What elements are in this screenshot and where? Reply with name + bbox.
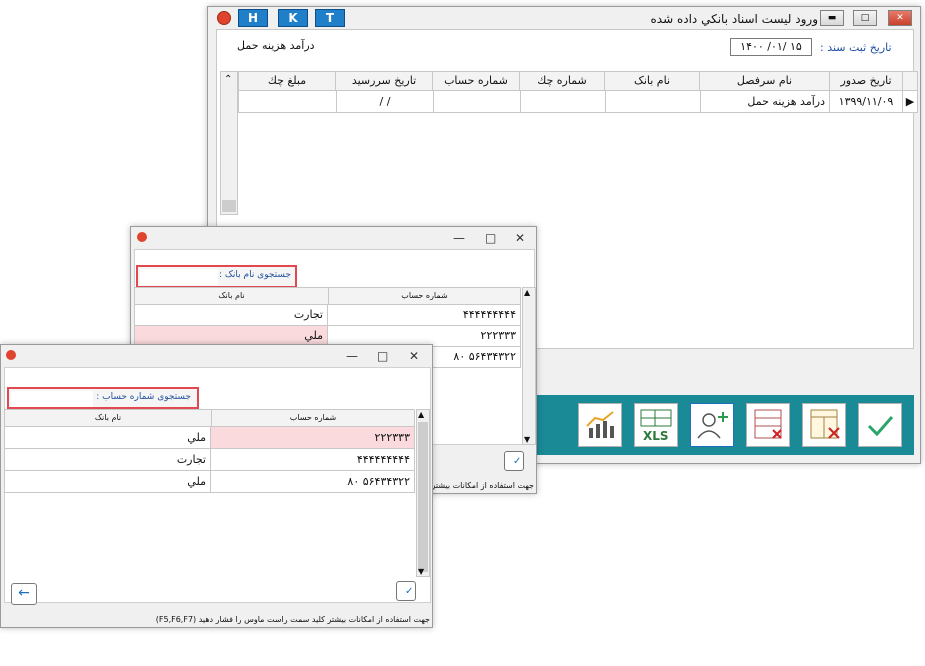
delete-table-icon xyxy=(810,409,840,439)
quick-button-k[interactable]: K xyxy=(278,9,308,27)
confirm-checkbox[interactable]: ✓ xyxy=(504,451,524,471)
table-row[interactable]: تجارت ۴۴۴۴۴۴۴۴۴ xyxy=(4,449,415,471)
grid-row[interactable]: ▶ ۱۳۹۹/۱۱/۰۹ درآمد هزينه حمل / / xyxy=(238,90,918,113)
cell-check-number[interactable] xyxy=(520,91,605,112)
maximize-icon[interactable]: □ xyxy=(485,231,496,245)
check-icon: ✓ xyxy=(513,456,522,467)
date-label: تاريخ ثبت سند : xyxy=(820,41,892,54)
cell-bank[interactable]: تجارت xyxy=(5,449,211,470)
column-header-bank[interactable]: نام بانک xyxy=(5,410,212,426)
delete-table-button[interactable] xyxy=(802,403,846,447)
row-pointer: ▶ xyxy=(902,91,917,112)
minimize-button[interactable]: ▬ xyxy=(820,10,844,26)
arrow-left-icon: ← xyxy=(18,585,30,601)
minimize-icon[interactable]: — xyxy=(453,231,465,245)
add-user-button[interactable] xyxy=(690,403,734,447)
back-button[interactable]: ← xyxy=(11,583,37,605)
minimize-icon[interactable]: — xyxy=(346,349,358,363)
table-row[interactable]: ملي ۸۰ ۵۶۴۳۴۳۲۲ xyxy=(4,471,415,493)
cell-bank[interactable]: ملي xyxy=(5,471,211,492)
svg-text:XLS: XLS xyxy=(643,429,669,443)
cell-issue-date[interactable]: ۱۳۹۹/۱۱/۰۹ xyxy=(829,91,902,112)
cell-account[interactable]: ۴۴۴۴۴۴۴۴۴ xyxy=(328,305,520,325)
cell-ledger[interactable]: درآمد هزينه حمل xyxy=(700,91,829,112)
bank-search-input[interactable] xyxy=(140,269,218,285)
cell-bank[interactable]: تجارت xyxy=(135,305,328,325)
cell-amount[interactable] xyxy=(239,91,336,112)
scroll-down-icon[interactable]: ▼ xyxy=(524,435,530,444)
maximize-icon[interactable]: □ xyxy=(377,349,388,363)
window-title: ورود ليست اسناد بانکي داده شده xyxy=(650,12,819,26)
column-header-account[interactable]: شماره حساب xyxy=(432,72,519,90)
account-search-input[interactable] xyxy=(11,391,93,407)
chart-icon xyxy=(586,411,614,438)
app-logo-icon xyxy=(6,350,16,360)
description-text: درآمد هزينه حمل xyxy=(237,39,315,52)
close-icon[interactable]: ✕ xyxy=(515,231,525,245)
column-header-amount[interactable]: مبلغ چك xyxy=(239,72,335,90)
row-indicator-header xyxy=(902,72,917,90)
scroll-down-icon[interactable]: ▼ xyxy=(418,567,424,576)
cell-account[interactable]: ۲۲۲۳۳۳ xyxy=(211,427,414,448)
account-search-box: جستجوی شماره حساب : xyxy=(7,387,199,409)
delete-row-button[interactable] xyxy=(746,403,790,447)
column-header-due-date[interactable]: تاريخ سررسيد xyxy=(335,72,432,90)
excel-export-button[interactable]: XLS xyxy=(634,403,678,447)
confirm-checkbox[interactable]: ✓ xyxy=(396,581,416,601)
cell-bank[interactable]: ملي xyxy=(135,326,328,346)
column-header-bank[interactable]: نام بانک xyxy=(135,288,329,304)
check-icon: ✓ xyxy=(405,586,414,597)
scroll-up-icon[interactable]: ▲ xyxy=(524,288,530,297)
cell-bank[interactable] xyxy=(605,91,700,112)
help-text: جهت استفاده از امکانات بيشتر کليد سمت را… xyxy=(155,615,430,624)
confirm-button[interactable] xyxy=(858,403,902,447)
grid-scrollbar[interactable]: ⌃ xyxy=(220,71,238,215)
maximize-button[interactable]: □ xyxy=(853,10,877,26)
bank-search-label: جستجوی نام بانک : xyxy=(218,270,291,280)
account-grid-scrollbar[interactable]: ▲ ▼ xyxy=(416,409,430,577)
app-logo-icon xyxy=(137,232,147,242)
column-header-bank[interactable]: نام بانک xyxy=(604,72,699,90)
table-row[interactable]: ملي ۲۲۲۳۳۳ xyxy=(4,427,415,449)
account-grid: نام بانک شماره حساب ملي ۲۲۲۳۳۳ تجارت ۴۴۴… xyxy=(4,409,415,493)
account-search-dialog: — □ ✕ جستجوی شماره حساب : نام بانک شماره… xyxy=(0,344,433,628)
close-icon[interactable]: ✕ xyxy=(409,349,419,363)
help-text: جهت استفاده از امکانات بيشتر xyxy=(431,481,535,490)
cell-due-date[interactable]: / / xyxy=(336,91,433,112)
scroll-thumb[interactable] xyxy=(222,200,236,212)
cell-account[interactable]: ۲۲۲۳۳۳ xyxy=(328,326,520,346)
quick-button-t[interactable]: T xyxy=(315,9,345,27)
account-search-label: جستجوی شماره حساب : xyxy=(96,392,191,402)
column-header-check-number[interactable]: شماره چك xyxy=(519,72,604,90)
column-header-ledger[interactable]: نام سرفصل xyxy=(699,72,829,90)
cell-account[interactable] xyxy=(433,91,520,112)
checkmark-icon xyxy=(867,416,894,437)
cell-bank[interactable]: ملي xyxy=(5,427,211,448)
chart-button[interactable] xyxy=(578,403,622,447)
bank-grid-scrollbar[interactable]: ▲ ▼ xyxy=(522,287,536,445)
app-logo-icon xyxy=(217,11,231,25)
add-user-icon xyxy=(697,412,728,439)
table-row[interactable]: تجارت ۴۴۴۴۴۴۴۴۴ xyxy=(134,305,521,326)
cell-account[interactable]: ۴۴۴۴۴۴۴۴۴ xyxy=(211,449,414,470)
excel-icon: XLS xyxy=(640,409,672,443)
quick-button-h[interactable]: H xyxy=(238,9,268,27)
title-bar: H K T ورود ليست اسناد بانکي داده شده ▬ □… xyxy=(208,7,920,29)
scroll-up-icon[interactable]: ⌃ xyxy=(224,74,232,85)
grid-header-rtl: تاريخ صدور نام سرفصل نام بانک شماره چك ش… xyxy=(238,71,918,91)
scroll-up-icon[interactable]: ▲ xyxy=(418,410,424,419)
column-header-account[interactable]: شماره حساب xyxy=(212,410,414,426)
scroll-thumb[interactable] xyxy=(418,422,428,572)
date-input[interactable]: ۱۴۰۰ /۰۱/ ۱۵ xyxy=(730,38,812,56)
delete-list-icon xyxy=(754,409,782,439)
cell-account[interactable]: ۸۰ ۵۶۴۳۴۳۲۲ xyxy=(211,471,414,492)
column-header-account[interactable]: شماره حساب xyxy=(329,288,520,304)
bank-search-box: جستجوی نام بانک : xyxy=(136,265,297,288)
close-button[interactable]: ✕ xyxy=(888,10,912,26)
column-header-issue-date[interactable]: تاريخ صدور xyxy=(829,72,902,90)
